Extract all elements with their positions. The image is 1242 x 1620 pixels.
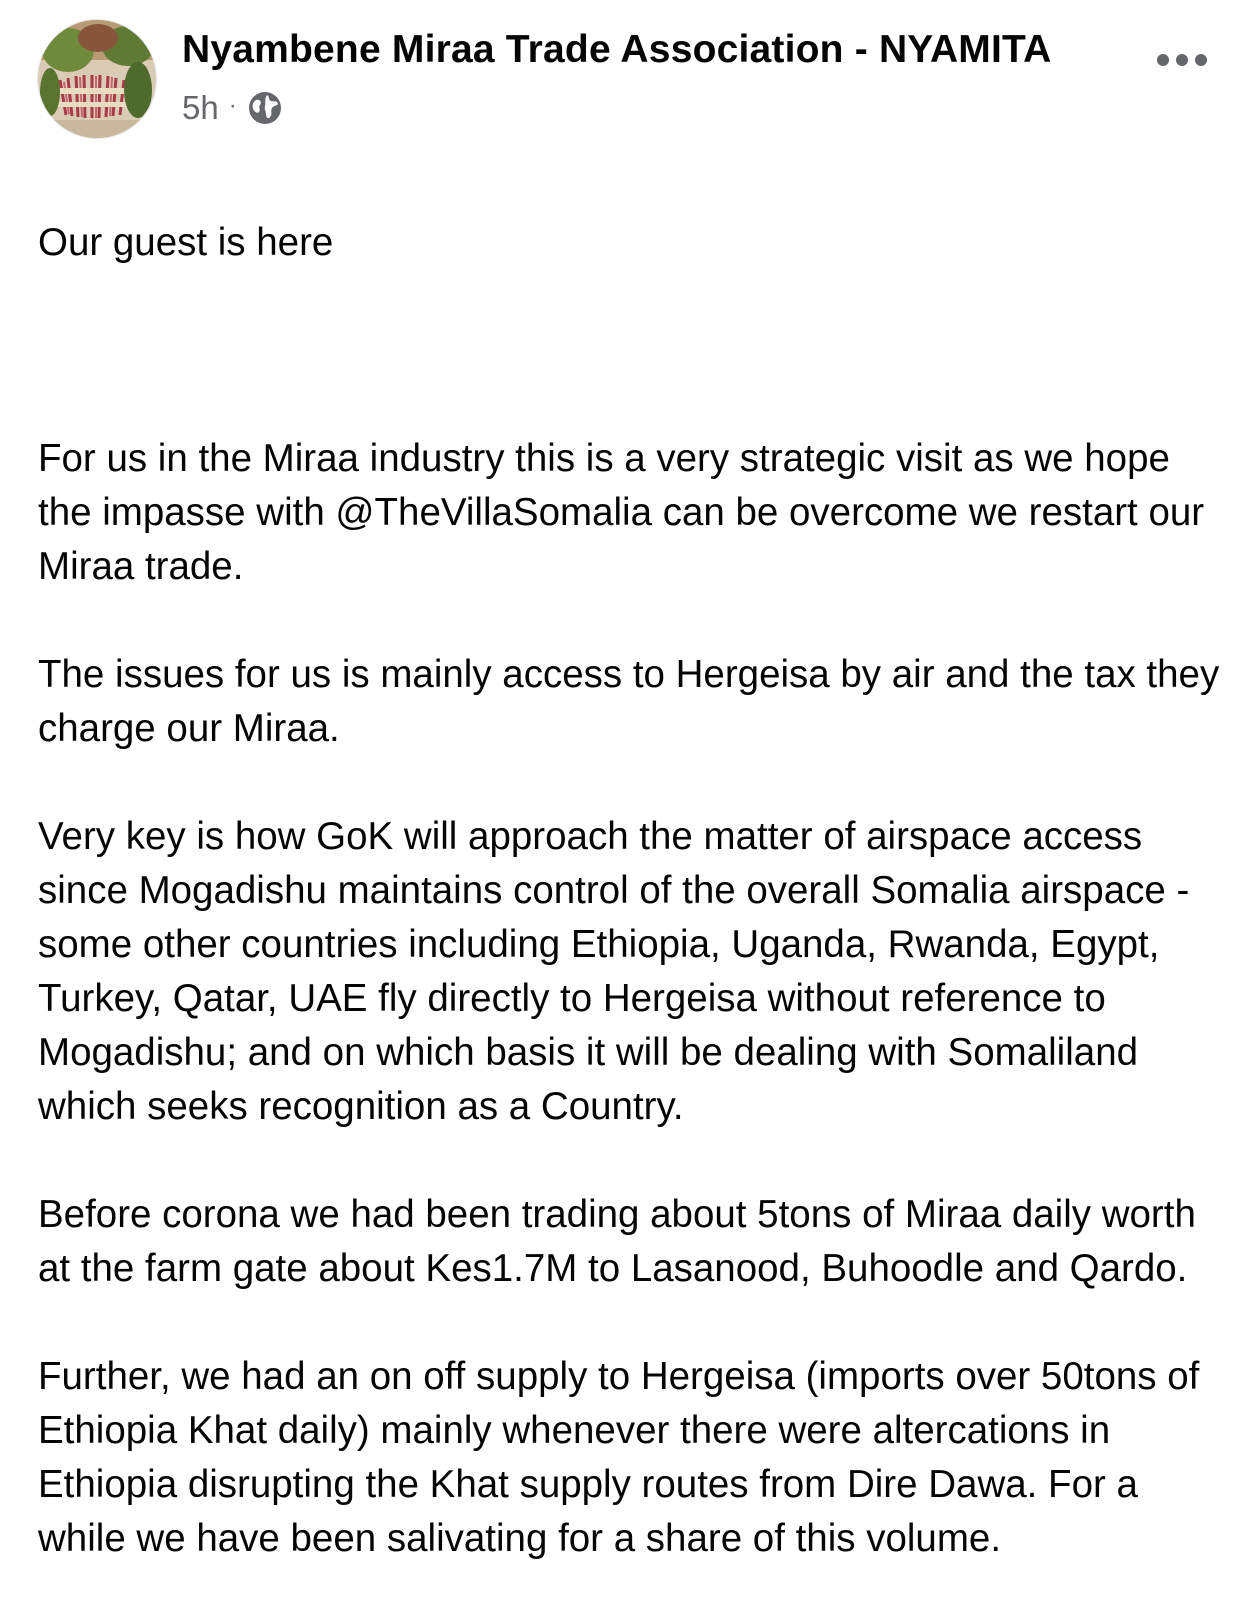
meta-separator: · xyxy=(228,92,237,119)
page-name[interactable]: Nyambene Miraa Trade Association - NYAMI… xyxy=(182,28,1052,72)
post-paragraph: Very key is how GoK will approach the ma… xyxy=(38,815,1190,1128)
post-meta: 5h · xyxy=(182,86,283,130)
more-options-button[interactable] xyxy=(1152,40,1212,80)
more-options-icon xyxy=(1157,54,1207,66)
post-paragraph: The issues for us is mainly access to He… xyxy=(38,653,1220,750)
post-header: Nyambene Miraa Trade Association - NYAMI… xyxy=(0,0,1242,150)
page-avatar[interactable] xyxy=(38,20,156,138)
post-timestamp[interactable]: 5h xyxy=(182,89,219,127)
avatar-image xyxy=(38,20,156,138)
post-paragraph: Further, we had an on off supply to Herg… xyxy=(38,1355,1200,1560)
post-paragraph: For us in the Miraa industry this is a v… xyxy=(38,437,1205,588)
post-paragraph: Before corona we had been trading about … xyxy=(38,1193,1196,1290)
post-intro: Our guest is here xyxy=(38,221,334,264)
post-body: Our guest is here For us in the Miraa in… xyxy=(38,162,1228,1620)
globe-icon[interactable] xyxy=(247,90,283,126)
